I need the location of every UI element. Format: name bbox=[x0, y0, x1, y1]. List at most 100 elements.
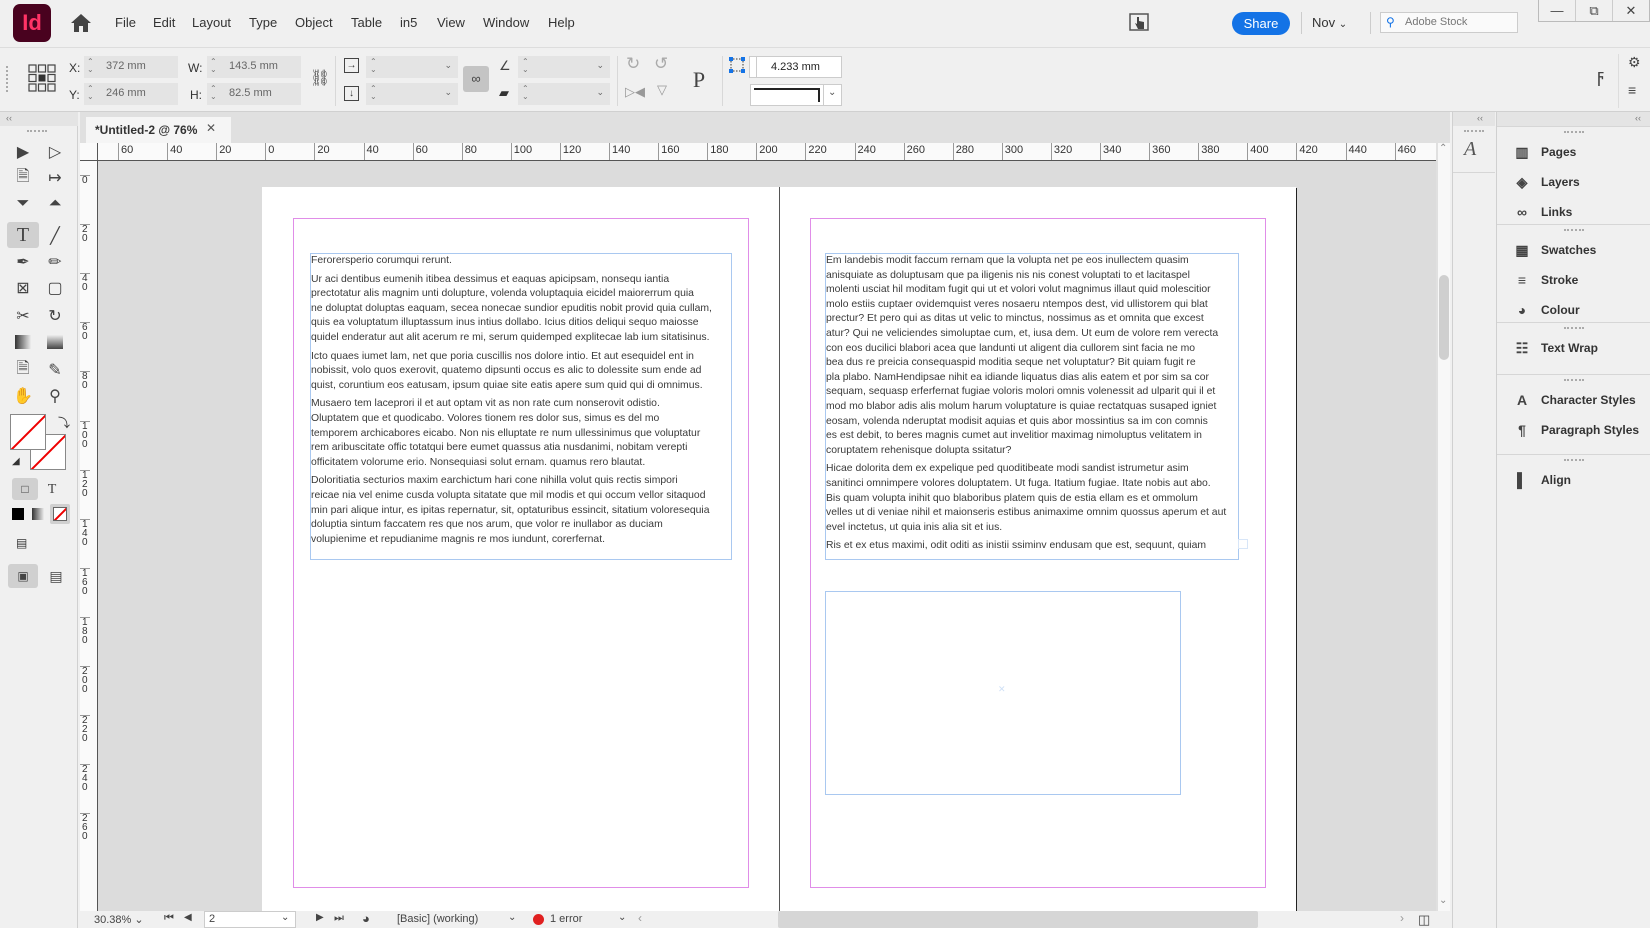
content-collector-tool[interactable]: ⏷ bbox=[9, 192, 37, 216]
gap-tool[interactable]: ↦ bbox=[41, 166, 69, 190]
default-fill-stroke-icon[interactable]: ◢ bbox=[12, 456, 20, 467]
quick-actions-icon[interactable]: ϝ bbox=[1597, 66, 1604, 87]
reference-p-icon[interactable]: P bbox=[684, 64, 714, 94]
constrain-proportions-icon[interactable]: ⛓ bbox=[310, 68, 330, 88]
page-number-field[interactable]: 2 ⌄ bbox=[204, 911, 296, 928]
menu-help[interactable]: Help bbox=[548, 15, 575, 30]
content-placer-tool[interactable]: ⏶ bbox=[41, 192, 69, 216]
glyphs-icon[interactable]: A bbox=[1464, 138, 1476, 161]
home-icon[interactable] bbox=[70, 13, 92, 33]
previous-page-icon[interactable]: ◀ bbox=[184, 912, 192, 923]
right-text-frame[interactable]: Em landebis modit faccum rernam que la v… bbox=[825, 253, 1239, 560]
panel-item-swatches[interactable]: ▦ Swatches bbox=[1511, 239, 1596, 261]
rectangle-frame-tool[interactable]: ⊠ bbox=[9, 276, 37, 300]
panel-grip[interactable] bbox=[6, 66, 8, 92]
split-window-icon[interactable]: ◫ bbox=[1418, 912, 1430, 928]
collapse-icon[interactable]: ‹‹ bbox=[1477, 113, 1483, 123]
page-tool[interactable]: 🗎 bbox=[9, 166, 37, 190]
panel-item-align[interactable]: ▌ Align bbox=[1511, 469, 1571, 491]
rotation-select[interactable]: ⌃ ⌄ ⌄ bbox=[518, 56, 610, 78]
menu-window[interactable]: Window bbox=[483, 15, 529, 30]
scroll-left-icon[interactable]: ‹ bbox=[638, 911, 642, 925]
panel-item-character-styles[interactable]: A Character Styles bbox=[1511, 389, 1636, 411]
panel-grip[interactable] bbox=[1564, 327, 1584, 329]
menu-edit[interactable]: Edit bbox=[153, 15, 175, 30]
line-tool[interactable]: ╱ bbox=[41, 224, 69, 248]
apply-gradient-button[interactable] bbox=[32, 508, 44, 520]
last-page-icon[interactable]: ⏭ bbox=[334, 912, 344, 925]
panel-item-links[interactable]: ∞ Links bbox=[1511, 201, 1572, 223]
empty-frame[interactable]: ✕ bbox=[825, 591, 1181, 795]
x-field[interactable]: ⌃ ⌄ 372 mm bbox=[84, 56, 178, 78]
rotate-counterclockwise-icon[interactable]: ↺ bbox=[654, 54, 668, 74]
formatting-affects-container[interactable]: □ bbox=[12, 478, 38, 500]
close-tab-icon[interactable]: ✕ bbox=[206, 121, 216, 135]
w-field[interactable]: ⌃ ⌄ 143.5 mm bbox=[207, 56, 301, 78]
preview-mode-button[interactable]: ▤ bbox=[42, 564, 70, 588]
scroll-right-icon[interactable]: › bbox=[1400, 911, 1404, 925]
collapse-icon[interactable]: ‹‹ bbox=[1635, 113, 1641, 123]
first-page-icon[interactable]: ⏮ bbox=[164, 912, 174, 925]
link-scale-button[interactable]: ∞ bbox=[463, 66, 489, 92]
zoom-level[interactable]: 30.38% ⌄ bbox=[94, 913, 144, 926]
hand-tool[interactable]: ✋ bbox=[9, 384, 37, 408]
touch-workspace-icon[interactable] bbox=[1129, 13, 1149, 31]
formatting-affects-text[interactable]: T bbox=[38, 478, 66, 502]
free-transform-tool[interactable]: ↻ bbox=[41, 304, 69, 328]
panel-grip[interactable] bbox=[1564, 229, 1584, 231]
chevron-down-icon[interactable]: ⌄ bbox=[618, 912, 626, 923]
scissors-tool[interactable]: ✂ bbox=[9, 304, 37, 328]
overset-port[interactable] bbox=[1238, 539, 1248, 549]
hamburger-menu-icon[interactable]: ≡ bbox=[1628, 82, 1636, 98]
left-text-frame[interactable]: Ferorersperio corumqui rerunt. Ur aci den… bbox=[310, 253, 732, 560]
swap-fill-stroke-icon[interactable]: ⤵ bbox=[58, 414, 70, 431]
menu-layout[interactable]: Layout bbox=[192, 15, 231, 30]
app-logo[interactable]: Id bbox=[13, 4, 51, 42]
adobe-stock-search-input[interactable]: ⚲ Adobe Stock bbox=[1380, 12, 1518, 33]
ruler-origin[interactable] bbox=[80, 143, 98, 161]
stroke-weight-field[interactable]: 4.233 mm bbox=[756, 56, 842, 78]
gradient-feather-tool[interactable] bbox=[41, 330, 69, 354]
apply-none-button[interactable] bbox=[50, 504, 70, 524]
shear-select[interactable]: ⌃ ⌄ ⌄ bbox=[518, 83, 610, 105]
menu-type[interactable]: Type bbox=[249, 15, 277, 30]
workspace-switcher[interactable]: Nov ⌄ bbox=[1312, 15, 1347, 30]
panel-grip[interactable] bbox=[27, 130, 47, 132]
gear-icon[interactable]: ⚙ bbox=[1628, 54, 1641, 71]
collapse-icon[interactable]: ‹‹ bbox=[6, 113, 12, 123]
preflight-icon[interactable]: ◕ bbox=[362, 911, 370, 926]
note-tool[interactable]: 🗎 bbox=[9, 358, 37, 382]
error-count[interactable]: 1 error bbox=[550, 913, 582, 925]
close-button[interactable]: ✕ bbox=[1613, 0, 1649, 21]
scale-y-select[interactable]: ⌃ ⌄ ⌄ bbox=[366, 83, 458, 105]
chevron-down-icon[interactable]: ⌄ bbox=[508, 912, 516, 923]
next-page-icon[interactable]: ▶ bbox=[316, 912, 324, 923]
panel-item-stroke[interactable]: ≡ Stroke bbox=[1511, 269, 1578, 291]
panel-grip[interactable] bbox=[1464, 130, 1484, 132]
share-button[interactable]: Share bbox=[1232, 12, 1290, 35]
apply-color-button[interactable] bbox=[12, 508, 24, 520]
fill-swatch[interactable] bbox=[10, 414, 46, 450]
pencil-tool[interactable]: ✏ bbox=[41, 250, 69, 274]
reference-point-icon[interactable] bbox=[28, 64, 56, 92]
rectangle-tool[interactable]: ▢ bbox=[41, 276, 69, 300]
panel-item-colour[interactable]: ◕ Colour bbox=[1511, 299, 1580, 321]
normal-view-mode-button[interactable]: ▣ bbox=[8, 564, 38, 588]
vertical-ruler[interactable]: 0 20 40 60 80 100 120 140 160 180 200 220 240 260 bbox=[80, 161, 98, 911]
scroll-down-icon[interactable]: ⌄ bbox=[1439, 895, 1447, 906]
flip-horizontal-icon[interactable]: ▷◀ bbox=[625, 84, 645, 100]
document-tab[interactable]: *Untitled-2 @ 76% ✕ bbox=[86, 117, 231, 143]
minimize-button[interactable]: — bbox=[1539, 0, 1576, 21]
panel-item-text-wrap[interactable]: ☷ Text Wrap bbox=[1511, 337, 1598, 359]
menu-file[interactable]: File bbox=[115, 15, 136, 30]
vertical-scrollbar[interactable]: ⌃ ⌄ bbox=[1438, 143, 1450, 911]
type-tool[interactable]: T bbox=[7, 222, 39, 248]
direct-selection-tool[interactable]: ▷ bbox=[41, 140, 69, 164]
eyedropper-tool[interactable]: ✎ bbox=[41, 358, 69, 382]
y-field[interactable]: ⌃ ⌄ 246 mm bbox=[84, 83, 178, 105]
vertical-scroll-thumb[interactable] bbox=[1439, 275, 1449, 360]
panel-grip[interactable] bbox=[1564, 379, 1584, 381]
flip-vertical-icon[interactable]: ▽ bbox=[657, 82, 667, 98]
scale-x-select[interactable]: ⌃ ⌄ ⌄ bbox=[366, 56, 458, 78]
zoom-tool[interactable]: ⚲ bbox=[41, 384, 69, 408]
